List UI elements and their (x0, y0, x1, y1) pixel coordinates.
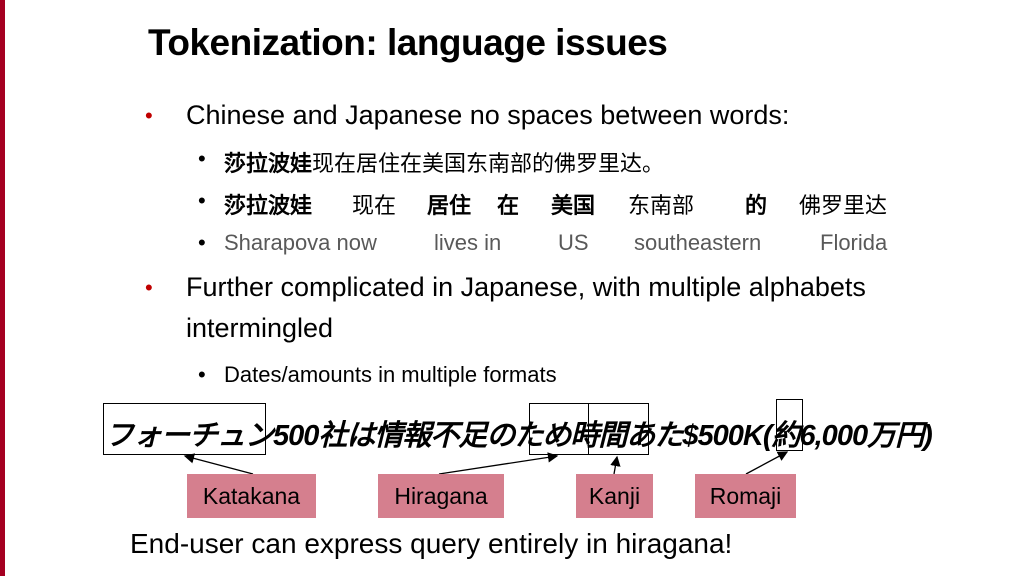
label-katakana: Katakana (187, 474, 316, 518)
label-kanji: Kanji (576, 474, 653, 518)
arrow-katakana (183, 453, 254, 475)
arrow-romaji (745, 451, 789, 475)
footer-note: End-user can express query entirely in h… (130, 528, 733, 559)
arrow-hiragana (438, 452, 559, 475)
arrows (183, 451, 789, 475)
label-romaji: Romaji (695, 474, 796, 518)
label-hiragana: Hiragana (378, 474, 504, 518)
arrow-kanji (610, 455, 621, 475)
